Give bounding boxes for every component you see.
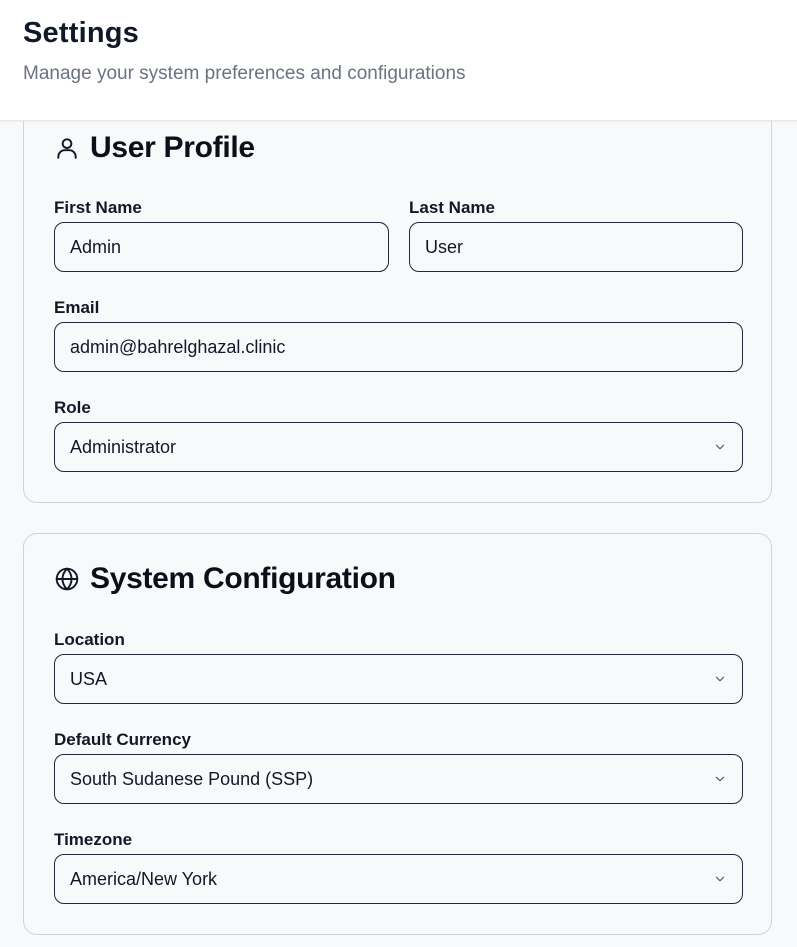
system-configuration-heading: System Configuration [54,562,396,596]
timezone-value: America/New York [70,868,218,889]
last-name-field[interactable]: User [409,222,743,272]
chevron-down-icon [713,772,727,786]
currency-select[interactable]: South Sudanese Pound (SSP) [54,754,743,804]
first-name-value: Admin [70,236,122,257]
page-subtitle: Manage your system preferences and confi… [23,63,466,84]
system-configuration-title: System Configuration [90,562,396,595]
timezone-label: Timezone [54,830,133,849]
globe-icon [54,566,80,592]
user-profile-heading: User Profile [54,131,255,165]
page-title: Settings [23,17,139,49]
currency-label: Default Currency [54,730,191,749]
chevron-down-icon [713,440,727,454]
last-name-value: User [425,236,464,257]
user-icon [54,135,80,161]
location-select[interactable]: USA [54,654,743,704]
chevron-down-icon [713,672,727,686]
timezone-select[interactable]: America/New York [54,854,743,904]
email-field[interactable]: admin@bahrelghazal.clinic [54,322,743,372]
role-label: Role [54,398,91,417]
email-value: admin@bahrelghazal.clinic [70,336,286,357]
first-name-field[interactable]: Admin [54,222,389,272]
page-header: Settings Manage your system preferences … [0,0,797,121]
email-label: Email [54,298,100,317]
role-select[interactable]: Administrator [54,422,743,472]
settings-page: User Profile First Name Admin Last Name … [0,0,797,947]
first-name-label: First Name [54,198,142,217]
location-label: Location [54,630,125,649]
user-profile-title: User Profile [90,131,255,164]
currency-value: South Sudanese Pound (SSP) [70,768,314,789]
user-profile-card: User Profile First Name Admin Last Name … [23,60,772,503]
last-name-label: Last Name [409,198,495,217]
location-value: USA [70,668,108,689]
chevron-down-icon [713,872,727,886]
role-value: Administrator [70,436,177,457]
system-configuration-card: System Configuration Location USA Defaul… [23,533,772,935]
